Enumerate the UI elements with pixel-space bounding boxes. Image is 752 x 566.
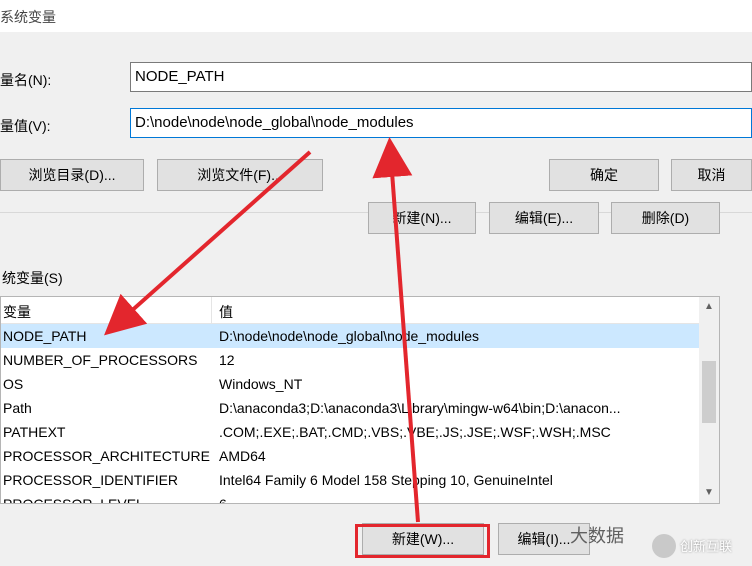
annotation-arrow-to-node-path [104,150,312,336]
watermark-wechat-text: 大数据 [570,526,624,546]
brand-logo-icon [652,534,676,558]
annotation-arrow-to-value-field [372,137,420,523]
watermark-brand-text: 创新互联 [680,539,733,554]
watermark-brand: 创新互联 [652,532,752,562]
annotation-arrows [104,137,420,523]
